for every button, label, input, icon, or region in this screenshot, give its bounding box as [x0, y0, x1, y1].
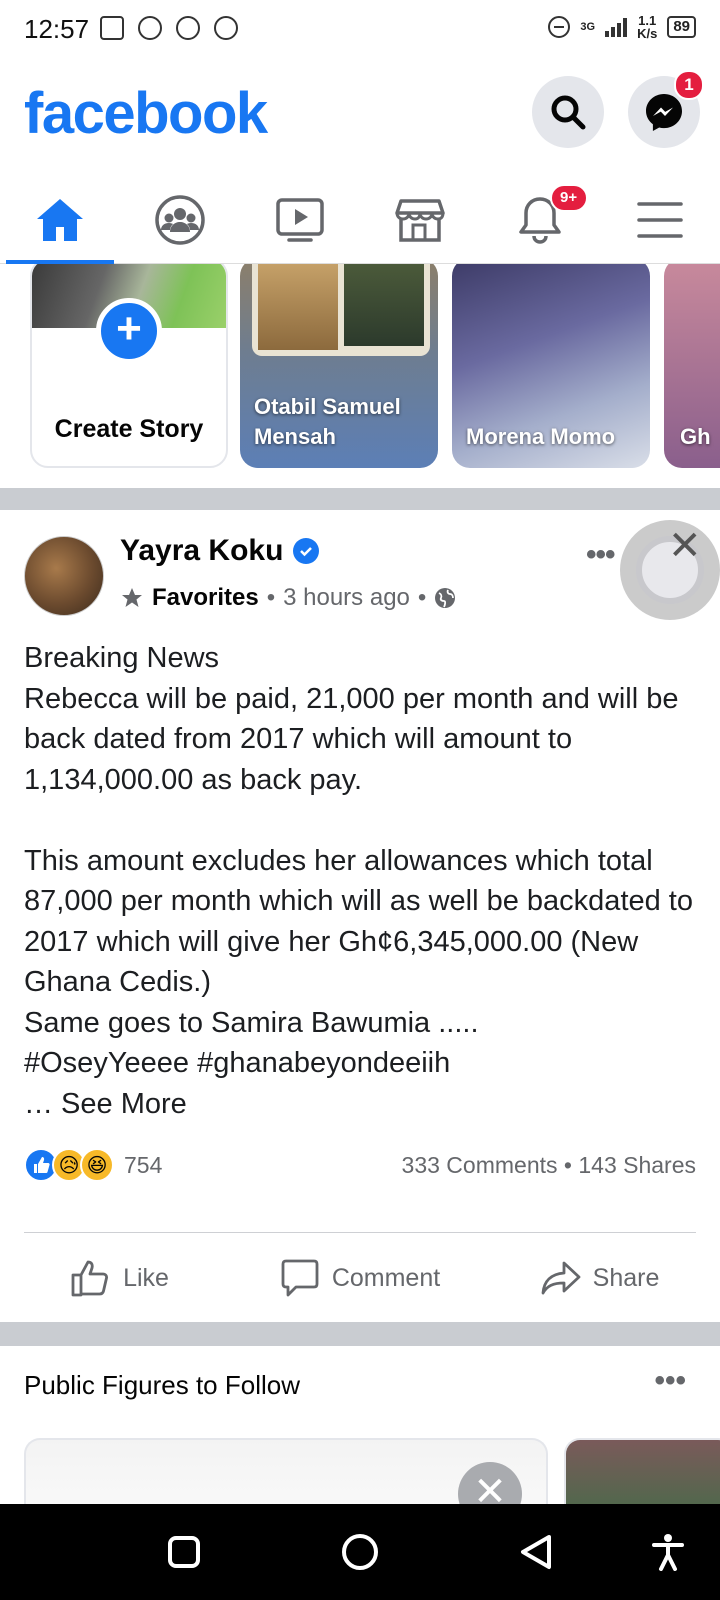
tab-marketplace[interactable]: [360, 176, 480, 263]
marketplace-icon: [395, 198, 445, 242]
feed-divider: [0, 488, 720, 510]
signal-icon: [605, 17, 628, 37]
reactions-summary[interactable]: 😥 😆 754: [24, 1148, 162, 1182]
audience-label: Favorites: [152, 584, 259, 611]
system-navigation-bar: [0, 1504, 720, 1600]
back-button[interactable]: [514, 1530, 558, 1574]
author-name[interactable]: Yayra Koku: [120, 534, 283, 568]
share-button[interactable]: Share: [480, 1234, 720, 1322]
story-author: Morena Momo: [466, 424, 616, 449]
whatsapp-icon: [214, 16, 238, 40]
create-story-card[interactable]: + Create Story: [30, 264, 228, 468]
notifications-badge: 9+: [549, 184, 588, 212]
engagement-counts: 333 Comments • 143 Shares: [402, 1152, 696, 1179]
feed-divider: [0, 1322, 720, 1346]
recents-button[interactable]: [162, 1530, 206, 1574]
stories-tray: + Create Story Otabil Samuel Mensah More…: [0, 264, 720, 488]
like-label: Like: [123, 1263, 169, 1292]
accessibility-button[interactable]: [646, 1530, 690, 1574]
search-button[interactable]: [532, 76, 604, 148]
circle-home-icon: [342, 1534, 378, 1570]
globe-icon: [435, 588, 456, 608]
square-recents-icon: [168, 1536, 200, 1568]
post-text[interactable]: Breaking News Rebecca will be paid, 21,0…: [24, 638, 704, 1124]
status-notification-icons: [100, 16, 238, 40]
messenger-badge: 1: [674, 70, 704, 100]
accessibility-icon: [652, 1534, 684, 1571]
story-image: [252, 264, 430, 356]
messenger-button[interactable]: 1: [628, 70, 704, 148]
thumbs-up-icon: [71, 1260, 109, 1297]
gallery-icon: [100, 16, 124, 40]
speed-unit: K/s: [637, 26, 658, 41]
hamburger-menu-icon: [637, 201, 683, 238]
network-type: 3G: [580, 21, 596, 33]
story-author: Otabil Samuel Mensah: [254, 394, 401, 449]
app-notification-icon: [138, 16, 162, 40]
post-author[interactable]: Yayra Koku: [120, 534, 320, 568]
post-meta: Favorites • 3 hours ago •: [120, 584, 456, 612]
reaction-count: 754: [124, 1151, 163, 1178]
like-button[interactable]: Like: [0, 1234, 240, 1322]
share-label: Share: [592, 1263, 660, 1292]
home-icon: [37, 198, 83, 241]
facebook-logo[interactable]: facebook: [24, 80, 268, 147]
plus-icon: +: [96, 298, 162, 364]
comments-count[interactable]: 333 Comments: [402, 1152, 558, 1178]
public-figures-section: Public Figures to Follow ••• ✕: [0, 1346, 720, 1526]
meta-separator: •: [417, 584, 427, 611]
story-card[interactable]: Gh A: [664, 264, 720, 468]
share-arrow-icon: [541, 1261, 581, 1295]
haha-reaction-icon: 😆: [80, 1148, 114, 1182]
avatar[interactable]: [24, 536, 104, 616]
star-icon: [122, 588, 142, 607]
section-title: Public Figures to Follow: [24, 1370, 300, 1400]
home-system-button[interactable]: [338, 1530, 382, 1574]
tab-notifications[interactable]: 9+: [480, 176, 600, 263]
do-not-disturb-icon: [548, 16, 571, 38]
story-author: Gh A: [680, 424, 714, 449]
post-actions: Like Comment Share: [0, 1234, 720, 1322]
tab-home[interactable]: [0, 176, 120, 264]
meta-separator: •: [266, 584, 276, 611]
search-icon: [551, 95, 586, 130]
whatsapp-business-icon: [176, 16, 200, 40]
comment-icon: [281, 1259, 319, 1297]
story-card[interactable]: Morena Momo: [452, 264, 650, 468]
post-options-button[interactable]: •••: [586, 538, 615, 572]
comment-button[interactable]: Comment: [240, 1234, 480, 1322]
comment-label: Comment: [331, 1263, 441, 1292]
section-options-button[interactable]: •••: [654, 1364, 686, 1398]
tab-groups[interactable]: [120, 176, 240, 263]
messenger-icon: [646, 94, 682, 131]
status-bar: 12:57 3G 1.1 K/s 89: [0, 0, 720, 64]
actions-divider: [24, 1232, 696, 1233]
tab-menu[interactable]: [600, 176, 720, 263]
verified-badge-icon: [293, 538, 320, 564]
counts-separator: •: [563, 1152, 572, 1178]
post-time[interactable]: 3 hours ago: [283, 584, 410, 612]
close-icon[interactable]: ✕: [668, 526, 702, 566]
story-card[interactable]: Otabil Samuel Mensah: [240, 264, 438, 468]
tab-bar: 9+: [0, 176, 720, 264]
shares-count[interactable]: 143 Shares: [578, 1152, 696, 1178]
watch-icon: [276, 197, 324, 242]
groups-icon: [155, 194, 205, 245]
status-system-icons: 3G 1.1 K/s 89: [548, 14, 696, 40]
create-story-label: Create Story: [54, 415, 204, 443]
status-time: 12:57: [24, 14, 90, 44]
app-header: facebook 1: [0, 70, 720, 162]
tab-watch[interactable]: [240, 176, 360, 263]
battery-icon: 89: [667, 16, 696, 38]
triangle-back-icon: [521, 1535, 551, 1569]
network-speed: 1.1 K/s: [637, 14, 657, 40]
